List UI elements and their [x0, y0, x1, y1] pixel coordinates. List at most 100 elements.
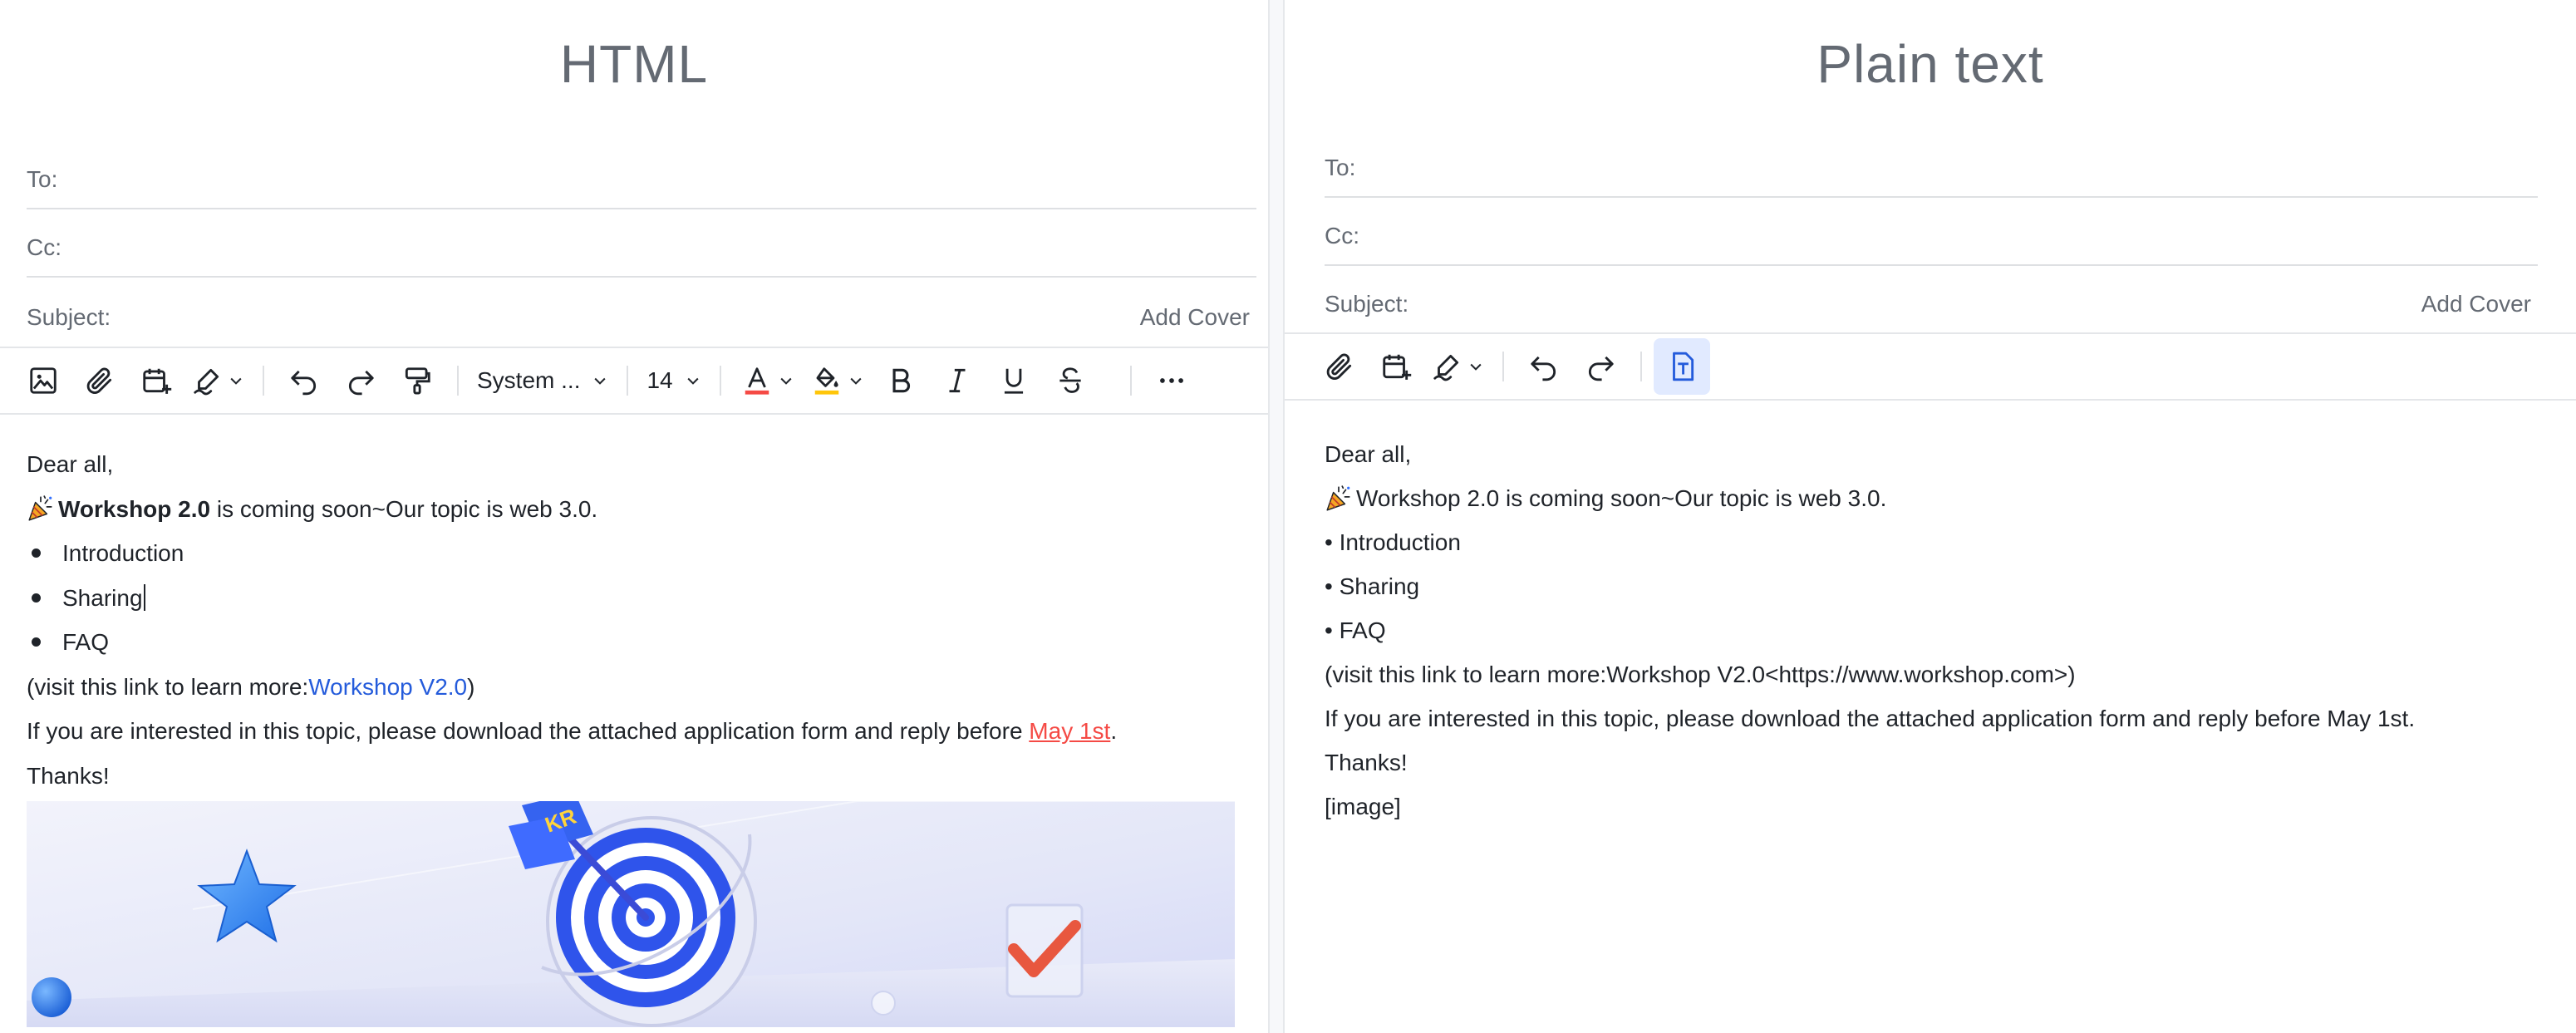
list-item: • Introduction — [1325, 529, 1461, 555]
html-panel-title: HTML — [559, 34, 709, 94]
cc-label: Cc: — [1325, 223, 1359, 248]
format-painter-button[interactable] — [389, 352, 445, 409]
subject-label: Subject: — [1325, 291, 1409, 317]
font-size-select[interactable]: 14 — [640, 367, 707, 394]
more-options-button[interactable] — [1143, 352, 1200, 409]
list-item-text: Introduction — [62, 540, 184, 566]
to-label: To: — [1325, 155, 1356, 180]
redo-button[interactable] — [1572, 338, 1629, 395]
paperclip-icon — [86, 367, 112, 394]
greeting-line: Dear all, — [1325, 441, 1412, 467]
interest-line: If you are interested in this topic, ple… — [27, 709, 1240, 754]
thanks-line: Thanks! — [1325, 750, 1408, 775]
chevron-down-icon — [230, 377, 242, 385]
underline-button[interactable] — [986, 352, 1042, 409]
font-size-value: 14 — [646, 367, 673, 393]
cc-label: Cc: — [27, 234, 61, 260]
text-color-icon — [745, 367, 769, 395]
add-cover-button[interactable]: Add Cover — [1140, 304, 1250, 331]
calendar-add-icon — [1383, 354, 1412, 380]
workshop-banner-image[interactable]: KR — [27, 801, 1235, 1027]
bullet-dot — [32, 593, 41, 603]
greeting-line: Dear all, — [27, 451, 114, 477]
plain-text-editor-panel: Plain text To: Cc: Subject: Add Cover De… — [1283, 0, 2576, 1033]
to-label: To: — [27, 166, 58, 192]
signature-dropdown[interactable] — [184, 352, 251, 409]
list-item: • Sharing — [1325, 573, 1420, 599]
interest-line: If you are interested in this topic, ple… — [1325, 706, 2416, 731]
attachment-button[interactable] — [1311, 338, 1368, 395]
text-document-icon — [1673, 352, 1694, 381]
image-placeholder: [image] — [1325, 794, 1401, 819]
visit-suffix: ) — [467, 673, 475, 700]
html-toolbar: System ... 14 — [0, 347, 1268, 415]
redo-icon — [348, 370, 374, 396]
subject-field[interactable]: Subject: Add Cover — [27, 289, 1256, 346]
list-item-text: Sharing — [62, 584, 143, 611]
bullet-dot — [32, 637, 41, 647]
bold-icon — [892, 368, 910, 393]
plain-text-mode-button[interactable] — [1654, 338, 1710, 395]
thanks-line: Thanks! — [27, 762, 110, 789]
to-input[interactable] — [1365, 150, 2538, 185]
redo-button[interactable] — [332, 352, 389, 409]
italic-icon — [949, 368, 966, 393]
cc-input[interactable] — [1369, 219, 2538, 253]
toolbar-divider — [457, 366, 459, 396]
announcement-line: Workshop 2.0 is coming soon~Our topic is… — [27, 487, 1240, 532]
list-item: Sharing — [27, 576, 1240, 621]
interest-text: If you are interested in this topic, ple… — [27, 718, 1030, 744]
cc-input[interactable] — [71, 230, 1256, 265]
to-field[interactable]: To: — [1325, 140, 2538, 198]
calendar-button[interactable] — [1368, 338, 1424, 395]
chevron-down-icon — [687, 377, 699, 385]
add-cover-button[interactable]: Add Cover — [2421, 291, 2531, 317]
party-popper-icon — [1326, 485, 1350, 511]
paperclip-icon — [1326, 353, 1352, 380]
subject-input[interactable] — [1418, 287, 2421, 322]
bullet-dot — [32, 548, 41, 558]
format-painter-icon — [405, 367, 430, 395]
undo-button[interactable] — [276, 352, 332, 409]
strikethrough-button[interactable] — [1042, 352, 1099, 409]
date-link[interactable]: May 1st — [1029, 709, 1110, 754]
calendar-button[interactable] — [128, 352, 184, 409]
italic-button[interactable] — [929, 352, 986, 409]
plain-message-body[interactable]: Dear all, Workshop 2.0 is coming soon~Ou… — [1325, 432, 2554, 829]
subject-input[interactable] — [120, 300, 1140, 335]
list-item-text: FAQ — [62, 629, 110, 655]
more-icon — [1159, 378, 1183, 383]
list-item: Introduction — [27, 531, 1240, 576]
bold-button[interactable] — [873, 352, 929, 409]
bubble-decoration — [871, 991, 896, 1016]
font-family-select[interactable]: System ... — [470, 367, 615, 394]
insert-image-button[interactable] — [15, 352, 71, 409]
to-input[interactable] — [67, 162, 1256, 197]
highlight-color-dropdown[interactable] — [803, 352, 873, 409]
workshop-link[interactable]: Workshop V2.0 — [308, 665, 467, 710]
panel-gap — [1270, 0, 1283, 1033]
sphere-decoration — [32, 977, 71, 1017]
toolbar-divider — [719, 366, 721, 396]
banner-illustration: KR — [27, 801, 1235, 1027]
cc-field[interactable]: Cc: — [27, 219, 1256, 278]
html-editor-panel: HTML To: Cc: Subject: Add Cover System .… — [0, 0, 1270, 1033]
underline-icon — [1004, 368, 1023, 394]
list-item: • FAQ — [1325, 617, 1386, 643]
subject-field[interactable]: Subject: Add Cover — [1325, 276, 2538, 332]
visit-line: (visit this link to learn more: Workshop… — [27, 665, 1240, 710]
announcement-line: Workshop 2.0 is coming soon~Our topic is… — [1325, 476, 2554, 520]
undo-button[interactable] — [1516, 338, 1572, 395]
chevron-down-icon — [1470, 363, 1482, 371]
cc-field[interactable]: Cc: — [1325, 208, 2538, 266]
attachment-button[interactable] — [71, 352, 128, 409]
signature-dropdown[interactable] — [1424, 338, 1491, 395]
list-item: FAQ — [27, 620, 1240, 665]
signature-icon — [1433, 354, 1459, 381]
to-field[interactable]: To: — [27, 151, 1256, 209]
visit-line: (visit this link to learn more:Workshop … — [1325, 662, 2076, 687]
strikethrough-icon — [1059, 367, 1081, 393]
text-color-dropdown[interactable] — [733, 352, 803, 409]
html-message-body[interactable]: Dear all, Workshop 2.0 is coming soon~Ou… — [27, 442, 1240, 798]
checkbox-icon — [1005, 903, 1084, 998]
